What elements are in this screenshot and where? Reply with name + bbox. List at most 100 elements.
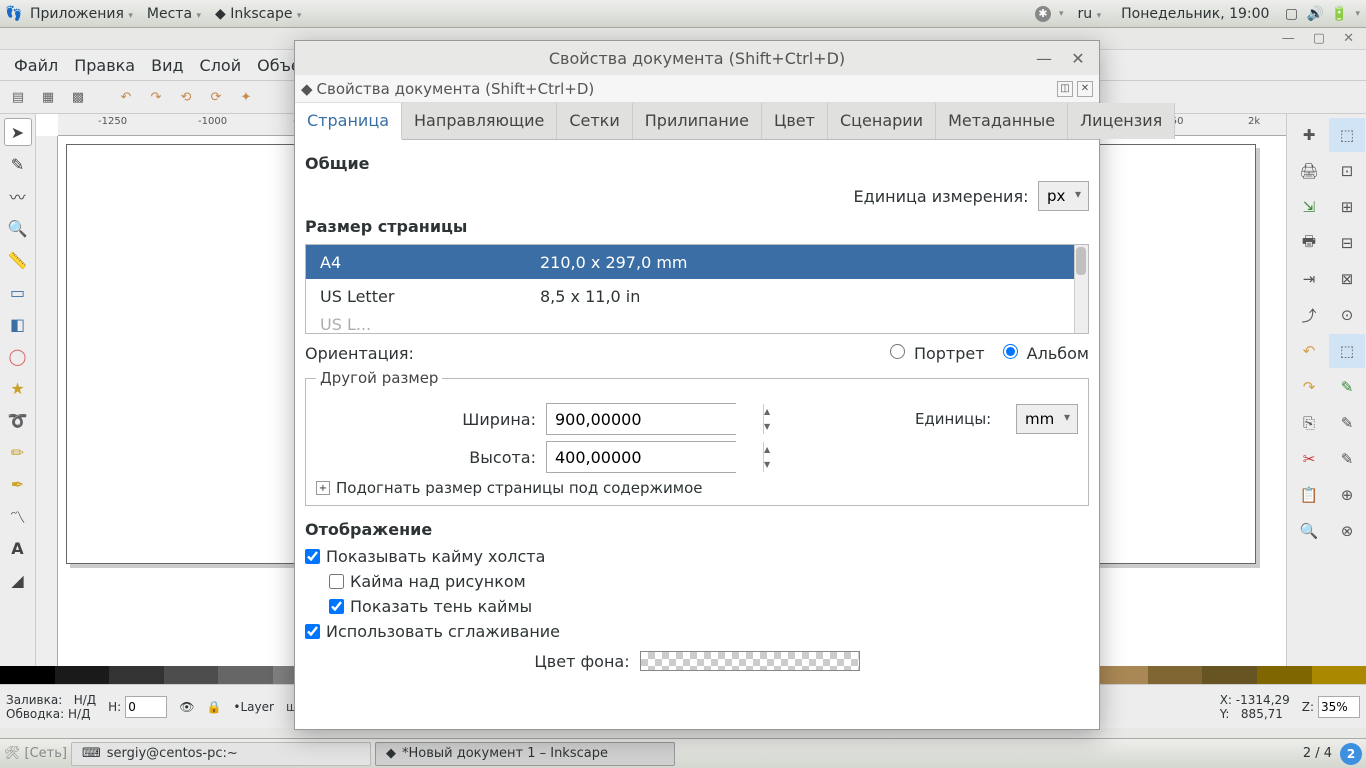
snap-icon[interactable]: ⤴ [1291,298,1327,332]
snap-icon[interactable]: ⊗ [1329,514,1365,548]
opacity-input[interactable] [125,696,167,718]
orientation-portrait[interactable]: Портрет [890,344,985,363]
snap-icon[interactable]: ✎ [1329,370,1365,404]
3dbox-tool-icon[interactable]: ◧ [4,310,32,338]
page-size-list[interactable]: A4210,0 x 297,0 mm US Letter8,5 x 11,0 i… [305,244,1089,334]
places-menu[interactable]: Места ▾ [141,4,207,24]
tab-scripts[interactable]: Сценарии [828,103,936,139]
tab-grids[interactable]: Сетки [557,103,632,139]
star-tool-icon[interactable]: ★ [4,374,32,402]
maximize-button[interactable]: ▢ [1313,31,1325,46]
tool-icon[interactable]: ⟲ [174,85,198,109]
snap-icon[interactable]: ⊞ [1329,190,1365,224]
clock[interactable]: Понедельник, 19:00 [1115,4,1275,24]
applications-menu[interactable]: Приложения ▾ [24,4,139,24]
dialog-minimize-button[interactable]: — [1035,49,1053,67]
tool-save-icon[interactable]: ▩ [66,85,90,109]
zoom-input[interactable] [1318,696,1360,718]
network-indicator[interactable]: [Сеть] [25,746,67,761]
layer-selector[interactable]: •Layer [233,700,274,714]
close-button[interactable]: ✕ [1343,31,1354,46]
tab-license[interactable]: Лицензия [1068,103,1175,139]
check-antialias[interactable]: Использовать сглаживание [305,622,1089,641]
snap-icon[interactable]: ⬚ [1329,334,1365,368]
tab-snap[interactable]: Прилипание [633,103,762,139]
snap-icon[interactable]: ⊙ [1329,298,1365,332]
gradient-tool-icon[interactable]: ◢ [4,566,32,594]
check-border-shadow[interactable]: Показать тень каймы [329,597,1089,616]
app-menu-inkscape[interactable]: ◆ Inkscape ▾ [209,4,307,24]
snap-icon[interactable]: ⊕ [1329,478,1365,512]
notification-badge[interactable]: 2 [1340,743,1362,765]
dialog-titlebar[interactable]: Свойства документа (Shift+Ctrl+D) — ✕ [295,41,1099,75]
copy-icon[interactable]: ⎘ [1291,406,1327,440]
pencil-tool-icon[interactable]: ✏ [4,438,32,466]
menu-layer[interactable]: Слой [194,54,248,77]
undo-icon[interactable]: ↶ [1291,334,1327,368]
calligraphy-tool-icon[interactable]: 〽 [4,502,32,530]
width-input[interactable] [547,404,763,434]
width-spin[interactable]: ▲▼ [546,403,736,435]
dialog-close-button[interactable]: ✕ [1069,49,1087,67]
rect-tool-icon[interactable]: ▭ [4,278,32,306]
custom-units-select[interactable]: mm [1016,404,1078,434]
snap-icon[interactable]: ⊠ [1329,262,1365,296]
tab-guides[interactable]: Направляющие [402,103,557,139]
tray-tools-icon[interactable]: 🛠 [4,746,21,761]
background-color-swatch[interactable] [640,651,860,671]
expand-plus-icon[interactable]: + [316,481,330,495]
check-border-on-top[interactable]: Кайма над рисунком [329,572,1089,591]
check-show-border[interactable]: Показывать кайму холста [305,547,1089,566]
keyboard-layout[interactable]: ru ▾ [1072,4,1108,24]
snap-icon[interactable]: ✚ [1291,118,1327,152]
text-tool-icon[interactable]: A [4,534,32,562]
selector-tool-icon[interactable]: ➤ [4,118,32,146]
tweak-tool-icon[interactable]: 〰 [4,182,32,210]
dock-close-icon[interactable]: ✕ [1077,81,1093,97]
node-tool-icon[interactable]: ✎ [4,150,32,178]
snap-icon[interactable]: ⊟ [1329,226,1365,260]
task-inkscape[interactable]: ◆*Новый документ 1 – Inkscape [375,742,675,766]
paste-icon[interactable]: 📋 [1291,478,1327,512]
cut-icon[interactable]: ✂ [1291,442,1327,476]
snap-icon[interactable]: ✎ [1329,406,1365,440]
redo-icon[interactable]: ↷ [1291,370,1327,404]
volume-icon[interactable]: 🔊 [1307,6,1323,22]
spin-down-icon[interactable]: ▼ [764,457,770,472]
spin-down-icon[interactable]: ▼ [764,419,770,434]
snap-icon[interactable]: ✎ [1329,442,1365,476]
menu-file[interactable]: Файл [8,54,64,77]
size-row-a4[interactable]: A4210,0 x 297,0 mm [306,245,1088,279]
screen-icon[interactable]: ▢ [1283,6,1299,22]
ellipse-tool-icon[interactable]: ◯ [4,342,32,370]
accessibility-icon[interactable]: ✱ [1035,6,1051,22]
redo-icon[interactable]: ↷ [144,85,168,109]
pen-tool-icon[interactable]: ✒ [4,470,32,498]
minimize-button[interactable]: — [1282,31,1295,46]
measure-tool-icon[interactable]: 📏 [4,246,32,274]
workspace-indicator[interactable]: 2 / 4 [1303,746,1332,761]
menu-edit[interactable]: Правка [68,54,141,77]
list-scrollbar[interactable] [1074,245,1088,333]
height-spin[interactable]: ▲▼ [546,441,736,473]
spin-up-icon[interactable]: ▲ [764,404,770,419]
snap-icon[interactable]: 🖶 [1291,226,1327,260]
tool-open-icon[interactable]: ▦ [36,85,60,109]
tab-color[interactable]: Цвет [762,103,828,139]
zoom-icon[interactable]: 🔍 [1291,514,1327,548]
snap-icon[interactable]: 🖨 [1291,154,1327,188]
menu-view[interactable]: Вид [145,54,189,77]
visibility-icon[interactable]: 👁 [179,700,194,714]
snap-icon[interactable]: ⊡ [1329,154,1365,188]
lock-icon[interactable]: 🔒 [206,700,221,714]
snap-icon[interactable]: ⇥ [1291,262,1327,296]
undo-icon[interactable]: ↶ [114,85,138,109]
fit-page-expander[interactable]: + Подогнать размер страницы под содержим… [316,479,1078,497]
size-row-usletter[interactable]: US Letter8,5 x 11,0 in [306,279,1088,313]
height-input[interactable] [547,442,763,472]
tab-metadata[interactable]: Метаданные [936,103,1068,139]
fill-stroke-indicator[interactable]: Заливка: Н/Д Обводка: Н/Д [6,693,96,721]
default-units-select[interactable]: px [1038,181,1089,211]
snap-icon[interactable]: ⬚ [1329,118,1365,152]
zoom-tool-icon[interactable]: 🔍 [4,214,32,242]
